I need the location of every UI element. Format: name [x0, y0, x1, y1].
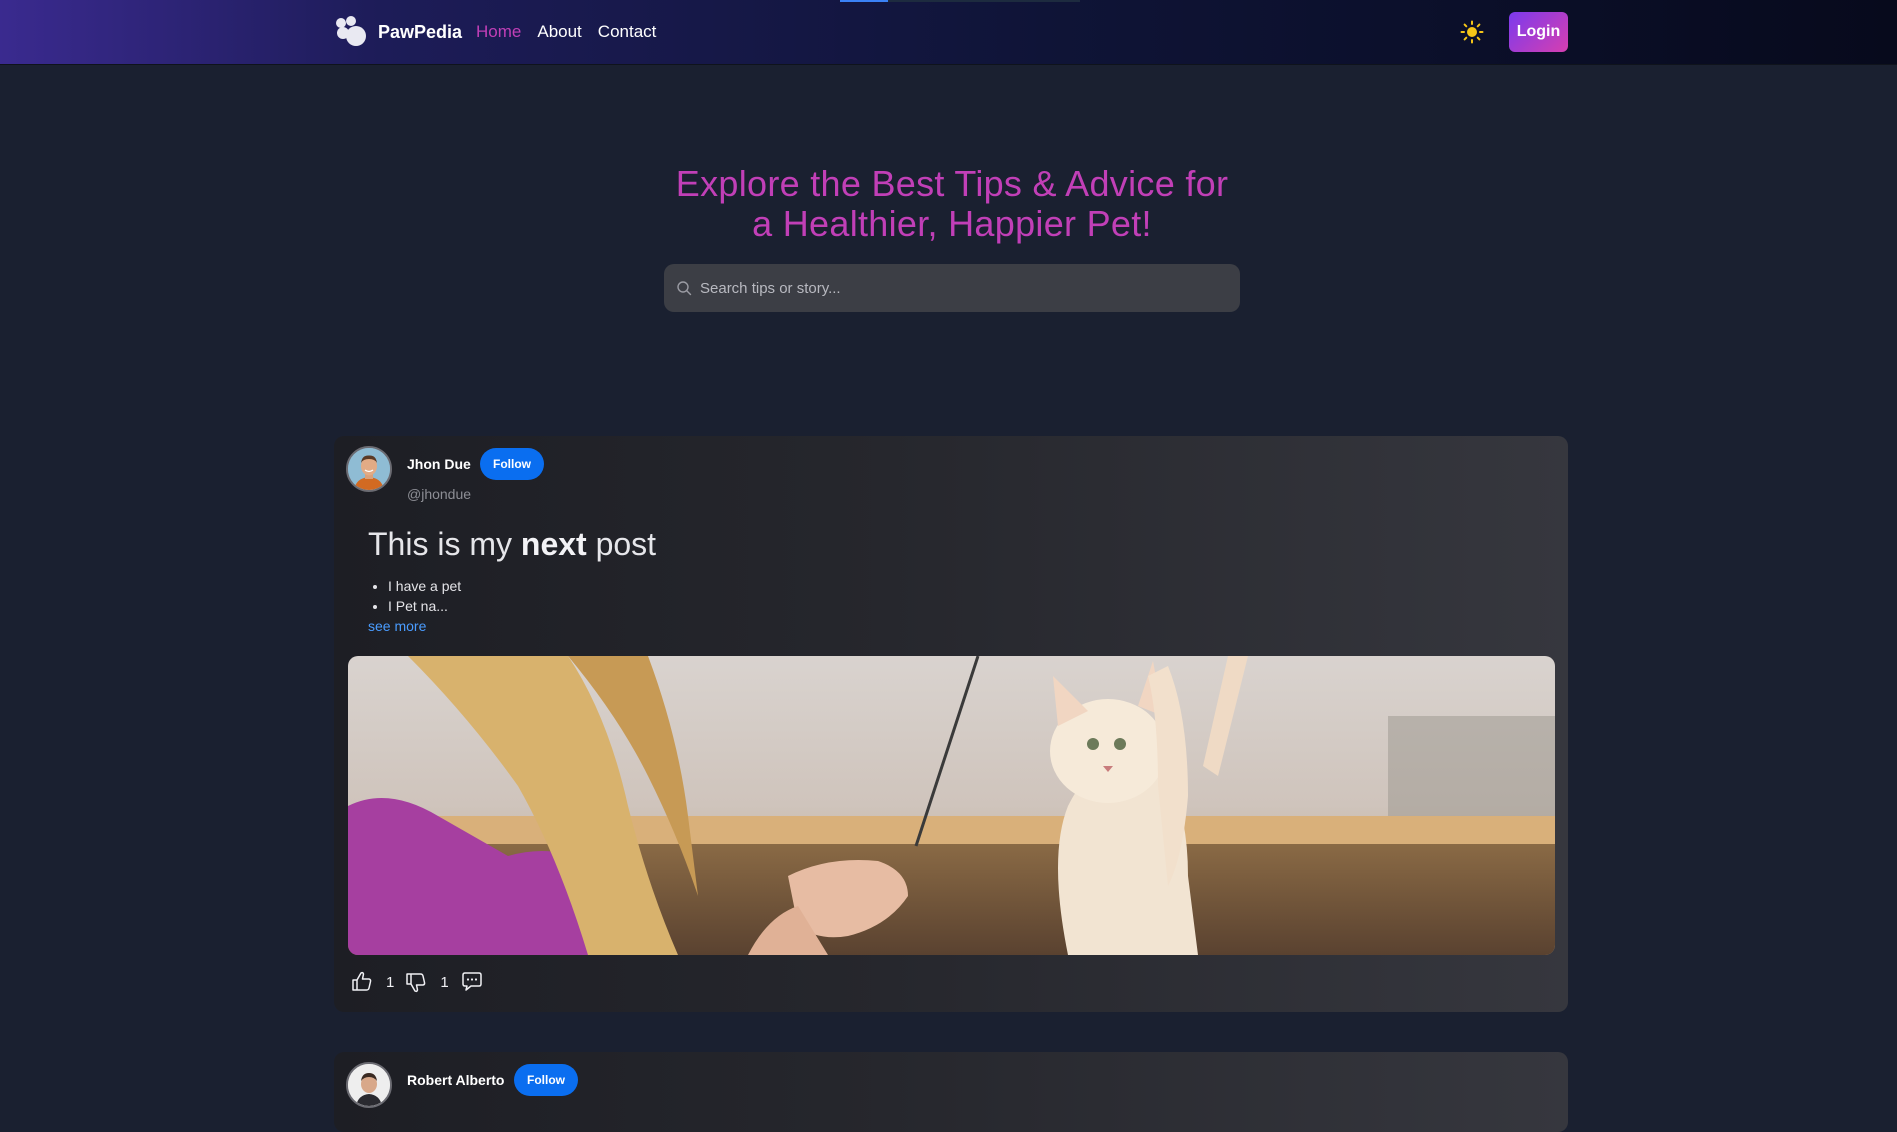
loading-progress-bar — [840, 0, 1080, 2]
nav-link-contact[interactable]: Contact — [598, 22, 657, 42]
see-more-link[interactable]: see more — [368, 618, 426, 634]
author-avatar[interactable] — [346, 1062, 392, 1108]
nav-link-home[interactable]: Home — [476, 22, 521, 42]
comment-icon — [461, 972, 482, 991]
login-button[interactable]: Login — [1509, 12, 1568, 52]
avatar-image — [348, 1064, 390, 1106]
follow-button[interactable]: Follow — [480, 448, 544, 480]
hero-title-line-2: a Healthier, Happier Pet! — [752, 203, 1152, 244]
nav-link-about[interactable]: About — [537, 22, 581, 42]
search-bar[interactable] — [664, 264, 1240, 312]
thumbs-up-icon — [352, 971, 372, 991]
theme-toggle-button[interactable] — [1460, 20, 1484, 44]
brand-logo[interactable]: PawPedia — [334, 12, 462, 52]
post-title-bold: next — [520, 526, 587, 562]
post-bullet-list: I have a pet I Pet na... — [368, 576, 461, 616]
like-button[interactable] — [350, 969, 376, 995]
author-handle: @jhondue — [407, 486, 472, 502]
like-count: 1 — [386, 973, 395, 991]
dislike-count: 1 — [440, 973, 449, 991]
girl-playing-with-cat-image — [348, 656, 1555, 955]
post-reactions: 1 1 — [350, 968, 485, 996]
hero-title-line-1: Explore the Best Tips & Advice for — [675, 163, 1229, 204]
search-icon — [677, 281, 692, 296]
nav-links: Home About Contact — [476, 0, 656, 64]
author-name[interactable]: Jhon Due — [407, 456, 471, 472]
hero-title: Explore the Best Tips & Advice for a Hea… — [600, 164, 1304, 244]
author-name[interactable]: Robert Alberto — [407, 1072, 504, 1088]
sun-icon — [1460, 20, 1484, 44]
post-card: Robert Alberto Follow — [334, 1052, 1568, 1132]
post-bullet-item: I have a pet — [388, 576, 461, 596]
top-navbar: PawPedia Home About Contact Login — [0, 0, 1897, 64]
thumbs-down-icon — [406, 973, 426, 993]
brand-name: PawPedia — [378, 21, 463, 42]
search-input[interactable] — [698, 278, 1240, 298]
author-avatar[interactable] — [346, 446, 392, 492]
paw-logo-icon — [336, 16, 366, 46]
avatar-image — [348, 448, 390, 490]
post-card: Jhon Due Follow @jhondue This is my next… — [334, 436, 1568, 1012]
follow-button[interactable]: Follow — [514, 1064, 578, 1096]
post-image[interactable] — [348, 656, 1555, 955]
post-bullet-item: I Pet na... — [388, 596, 461, 616]
dislike-button[interactable] — [404, 969, 430, 995]
comment-button[interactable] — [459, 969, 485, 995]
post-title: This is my next post — [368, 526, 657, 562]
